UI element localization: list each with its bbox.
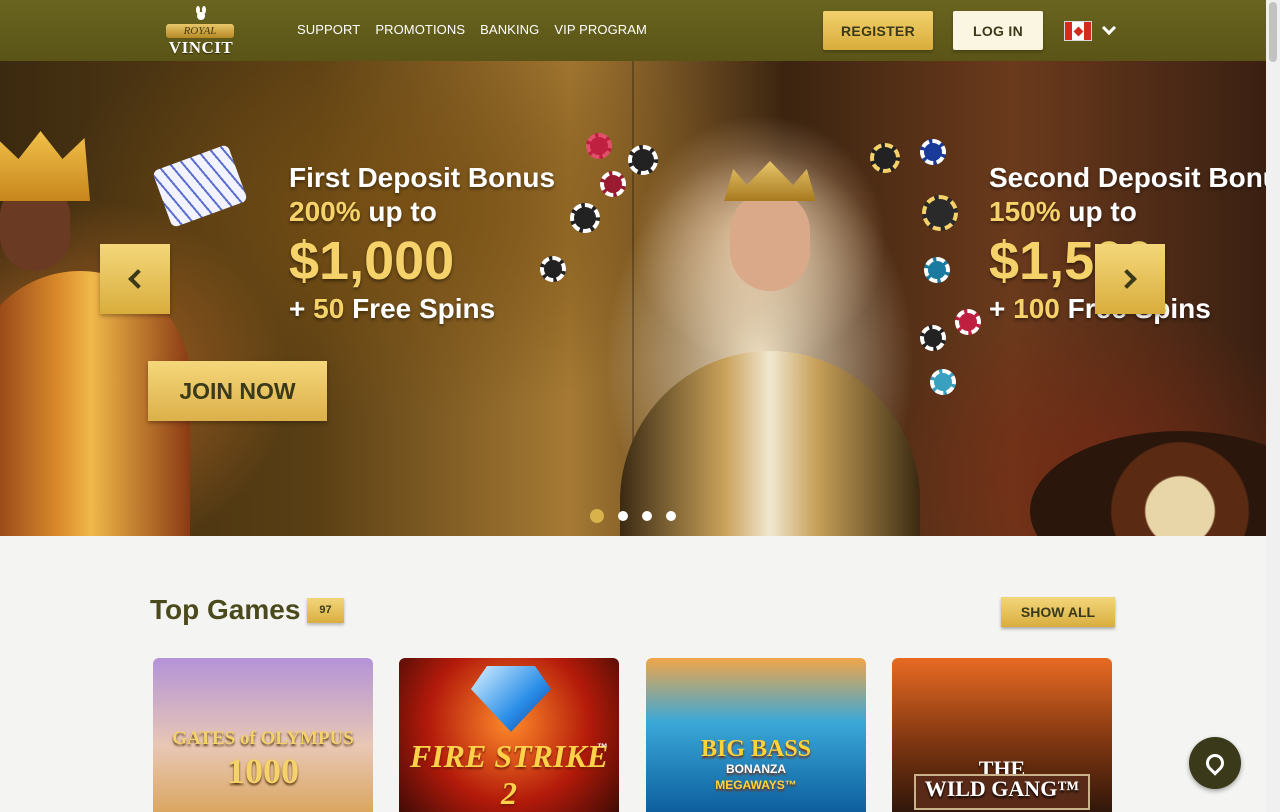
carousel-dot[interactable] (590, 509, 604, 523)
casino-chip-icon (600, 171, 626, 197)
top-games-title: Top Games (150, 594, 301, 625)
casino-chip-icon (870, 143, 900, 173)
logo-word: VINCIT (168, 38, 234, 57)
game-card-fire-strike-2[interactable]: FIRE STRIKE 2 ™ (399, 658, 619, 812)
promo-plus: + (289, 293, 314, 324)
register-button[interactable]: REGISTER (823, 11, 933, 50)
scrollbar-thumb[interactable] (1269, 2, 1277, 62)
join-now-button[interactable]: JOIN NOW (148, 361, 327, 421)
carousel-dot[interactable] (618, 511, 628, 521)
chat-bubble-icon (1202, 750, 1228, 776)
promo-spins-line: + 50 Free Spins (289, 292, 555, 326)
game-subtitle: MEGAWAYS™ (715, 778, 797, 792)
carousel-dots (590, 509, 676, 523)
promo-upto: up to (1060, 196, 1137, 227)
promo-spins-count: 100 (1013, 293, 1060, 324)
nav-promotions[interactable]: PROMOTIONS (375, 22, 465, 37)
casino-chip-icon (930, 369, 956, 395)
site-header: ROYAL VINCIT SUPPORT PROMOTIONS BANKING … (0, 0, 1266, 61)
promo-percent: 200% (289, 196, 361, 227)
chevron-down-icon (1101, 20, 1117, 36)
live-chat-button[interactable] (1189, 737, 1241, 789)
chevron-right-icon (1117, 269, 1137, 289)
logo[interactable]: ROYAL VINCIT (162, 6, 240, 57)
carousel-prev-button[interactable] (100, 244, 170, 314)
casino-chip-icon (586, 133, 612, 159)
trademark: ™ (597, 742, 608, 754)
scrollbar[interactable] (1266, 0, 1280, 812)
language-selector[interactable] (1064, 20, 1118, 42)
nav-banking[interactable]: BANKING (480, 22, 539, 37)
game-card-gates-of-olympus[interactable]: GATES of OLYMPUS 1000 (153, 658, 373, 812)
main-nav: SUPPORT PROMOTIONS BANKING VIP PROGRAM (297, 22, 647, 37)
promo-title: Second Deposit Bonus (989, 162, 1266, 193)
nav-vip-program[interactable]: VIP PROGRAM (554, 22, 647, 37)
carousel-dot[interactable] (642, 511, 652, 521)
canada-flag-icon (1064, 21, 1092, 41)
casino-chip-icon (922, 195, 958, 231)
promo-upto: up to (360, 196, 437, 227)
game-title: WILD GANG™ (924, 776, 1080, 801)
promo-spins: Free Spins (344, 293, 496, 324)
casino-chip-icon (955, 309, 981, 335)
hero-carousel: First Deposit Bonus 200% up to $1,000 + … (0, 61, 1266, 536)
top-games-count-badge: 97 (307, 598, 344, 623)
diamond-icon (471, 666, 551, 732)
promo-slide-first-deposit: First Deposit Bonus 200% up to $1,000 + … (289, 162, 555, 326)
chevron-left-icon (128, 269, 148, 289)
rabbit-icon (196, 6, 206, 20)
promo-percent: 150% (989, 196, 1061, 227)
carousel-next-button[interactable] (1095, 244, 1165, 314)
game-title: BIG BASS (700, 736, 812, 762)
promo-percent-line: 150% up to (989, 194, 1266, 230)
casino-chip-icon (920, 139, 946, 165)
carousel-dot[interactable] (666, 511, 676, 521)
promo-percent-line: 200% up to (289, 194, 555, 230)
casino-chip-icon (920, 325, 946, 351)
casino-chip-icon (570, 203, 600, 233)
promo-amount: $1,000 (289, 231, 455, 291)
game-subtitle: BONANZA (726, 762, 786, 776)
promo-title: First Deposit Bonus (289, 162, 556, 193)
game-card-big-bass-bonanza[interactable]: BIG BASS BONANZA MEGAWAYS™ (646, 658, 866, 812)
game-title: FIRE STRIKE 2 (409, 738, 609, 811)
show-all-button[interactable]: SHOW ALL (1001, 597, 1115, 627)
casino-chip-icon (924, 257, 950, 283)
casino-chip-icon (628, 145, 658, 175)
logo-ribbon: ROYAL (166, 24, 234, 38)
game-subtitle: 1000 (227, 751, 299, 791)
login-button[interactable]: LOG IN (953, 11, 1043, 50)
game-title: GATES of OLYMPUS (172, 728, 354, 749)
roulette-wheel-image (1030, 431, 1266, 536)
page: ROYAL VINCIT SUPPORT PROMOTIONS BANKING … (0, 0, 1280, 812)
promo-plus: + (989, 293, 1014, 324)
hero-queen-figure (620, 151, 920, 536)
promo-spins-count: 50 (313, 293, 345, 324)
nav-support[interactable]: SUPPORT (297, 22, 360, 37)
game-card-the-wild-gang[interactable]: THE WILD GANG™ (892, 658, 1112, 812)
